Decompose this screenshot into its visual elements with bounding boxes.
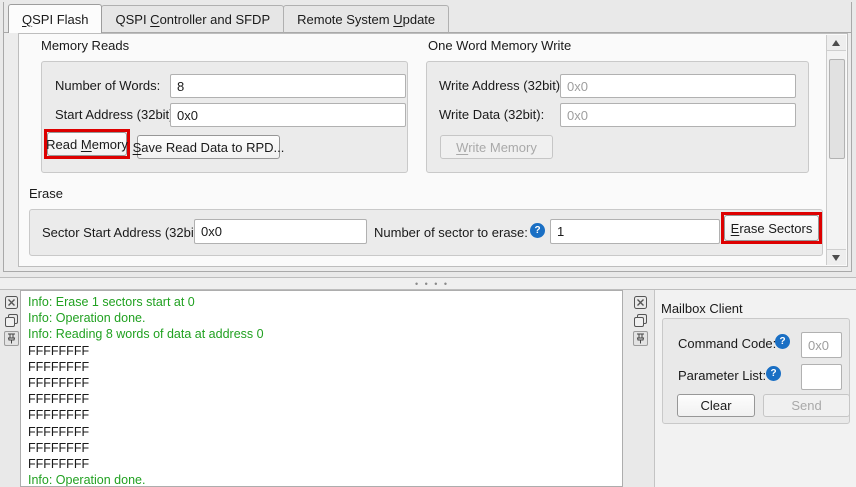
float-window-icon bbox=[5, 314, 18, 327]
scroll-down-arrow-icon bbox=[832, 255, 840, 261]
sector-start-address-label: Sector Start Address (32bit): bbox=[42, 225, 205, 240]
memory-reads-title: Memory Reads bbox=[41, 38, 129, 53]
number-of-words-label: Number of Words: bbox=[55, 78, 160, 93]
num-sectors-label: Number of sector to erase: bbox=[374, 225, 528, 240]
mailbox-panel: Command Code: ? Parameter List: ? Clear … bbox=[662, 318, 850, 424]
erase-title: Erase bbox=[29, 186, 63, 201]
qspi-flash-page: Memory Reads Number of Words: Start Addr… bbox=[18, 33, 848, 267]
log-line: Info: Reading 8 words of data at address… bbox=[28, 326, 622, 342]
sector-start-address-input[interactable] bbox=[194, 219, 367, 244]
command-code-label: Command Code: bbox=[678, 336, 776, 351]
log-line: FFFFFFFF bbox=[28, 375, 622, 391]
one-word-write-title: One Word Memory Write bbox=[428, 38, 571, 53]
pin-icon bbox=[6, 333, 17, 344]
horizontal-splitter[interactable]: • • • • • • bbox=[0, 277, 856, 290]
scroll-up-button[interactable] bbox=[827, 35, 846, 51]
scrollbar-thumb[interactable] bbox=[829, 59, 845, 159]
app-window: { "colors": { "info_green": "#21a121", "… bbox=[0, 0, 856, 487]
erase-sectors-highlight: Erase Sectors bbox=[721, 212, 822, 244]
erase-sectors-button[interactable]: Erase Sectors bbox=[724, 215, 819, 241]
write-data-label: Write Data (32bit): bbox=[439, 107, 544, 122]
send-button[interactable]: Send bbox=[763, 394, 850, 417]
close-icon bbox=[5, 296, 18, 309]
log-line: Info: Erase 1 sectors start at 0 bbox=[28, 294, 622, 310]
command-code-input[interactable] bbox=[801, 332, 842, 358]
log-line: Info: Operation done. bbox=[28, 472, 622, 487]
read-memory-button[interactable]: Read Memory bbox=[47, 132, 127, 156]
log-line: FFFFFFFF bbox=[28, 456, 622, 472]
write-address-input[interactable] bbox=[560, 74, 796, 98]
tab-bar: QSPI Flash QSPI Controller and SFDP Remo… bbox=[8, 5, 448, 33]
mailbox-title: Mailbox Client bbox=[661, 301, 743, 316]
read-memory-highlight: Read Memory bbox=[44, 129, 130, 159]
write-address-label: Write Address (32bit): bbox=[439, 78, 564, 93]
write-data-input[interactable] bbox=[560, 103, 796, 127]
tab-remote-system-update[interactable]: Remote System Update bbox=[283, 5, 449, 33]
page-vertical-scrollbar[interactable] bbox=[826, 35, 846, 265]
mailbox-float-button[interactable] bbox=[633, 313, 648, 328]
log-pin-button[interactable] bbox=[4, 331, 19, 346]
scroll-up-arrow-icon bbox=[832, 40, 840, 46]
command-code-help-icon[interactable]: ? bbox=[775, 334, 790, 349]
log-line: FFFFFFFF bbox=[28, 440, 622, 456]
mailbox-dock-separator bbox=[654, 290, 655, 487]
parameter-list-help-icon[interactable]: ? bbox=[766, 366, 781, 381]
pin-icon bbox=[635, 333, 646, 344]
tab-qspi-flash[interactable]: QSPI Flash bbox=[8, 4, 102, 33]
parameter-list-label: Parameter List: bbox=[678, 368, 766, 383]
start-address-label: Start Address (32bit): bbox=[55, 107, 177, 122]
float-window-icon bbox=[634, 314, 647, 327]
tab-qspi-controller-sfdp[interactable]: QSPI Controller and SFDP bbox=[101, 5, 284, 33]
log-line: FFFFFFFF bbox=[28, 343, 622, 359]
clear-button[interactable]: Clear bbox=[677, 394, 755, 417]
number-of-words-input[interactable] bbox=[170, 74, 406, 98]
scroll-down-button[interactable] bbox=[827, 249, 846, 265]
start-address-input[interactable] bbox=[170, 103, 406, 127]
log-float-button[interactable] bbox=[4, 313, 19, 328]
close-icon bbox=[634, 296, 647, 309]
save-read-data-button[interactable]: Save Read Data to RPD... bbox=[137, 135, 280, 159]
write-memory-button[interactable]: Write Memory bbox=[440, 135, 553, 159]
log-area[interactable]: Info: Erase 1 sectors start at 0Info: Op… bbox=[20, 290, 623, 487]
log-line: FFFFFFFF bbox=[28, 391, 622, 407]
memory-reads-panel: Number of Words: Start Address (32bit): … bbox=[41, 61, 408, 173]
one-word-write-panel: Write Address (32bit): Write Data (32bit… bbox=[426, 61, 809, 173]
parameter-list-input[interactable] bbox=[801, 364, 842, 390]
log-line: FFFFFFFF bbox=[28, 359, 622, 375]
mailbox-pin-button[interactable] bbox=[633, 331, 648, 346]
log-line: FFFFFFFF bbox=[28, 424, 622, 440]
log-line: Info: Operation done. bbox=[28, 310, 622, 326]
mailbox-close-button[interactable] bbox=[633, 295, 648, 310]
log-close-button[interactable] bbox=[4, 295, 19, 310]
num-sectors-help-icon[interactable]: ? bbox=[530, 223, 545, 238]
erase-panel: Sector Start Address (32bit): Number of … bbox=[29, 209, 823, 256]
log-line: FFFFFFFF bbox=[28, 407, 622, 423]
num-sectors-input[interactable] bbox=[550, 219, 720, 244]
